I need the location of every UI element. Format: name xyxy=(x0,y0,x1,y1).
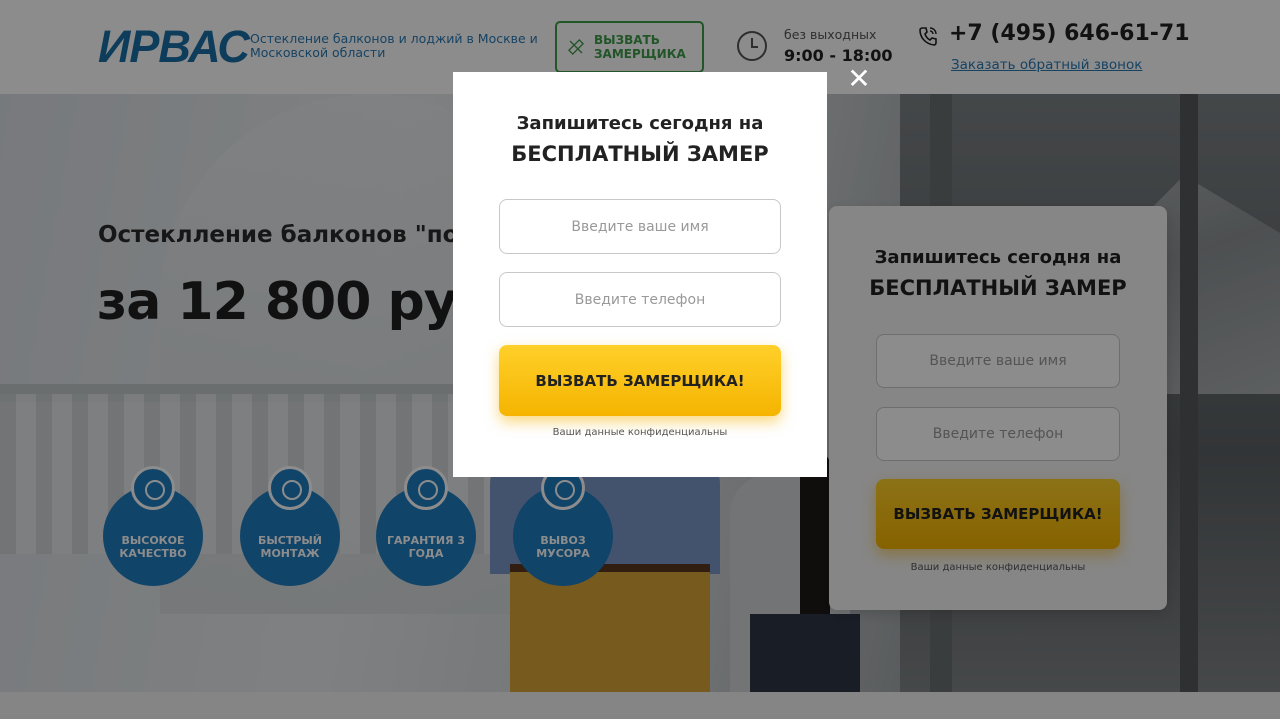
modal-name-input[interactable] xyxy=(499,199,781,254)
modal-title: Запишитесь сегодня на xyxy=(516,113,764,134)
modal-title-emphasis: БЕСПЛАТНЫЙ ЗАМЕР xyxy=(511,142,769,166)
modal-submit-button[interactable]: ВЫЗВАТЬ ЗАМЕРЩИКА! xyxy=(499,345,781,416)
modal-privacy-note: Ваши данные конфиденциальны xyxy=(552,427,728,438)
measure-modal: Запишитесь сегодня на БЕСПЛАТНЫЙ ЗАМЕР В… xyxy=(453,72,827,477)
close-icon[interactable]: ✕ xyxy=(846,65,872,93)
modal-phone-input[interactable] xyxy=(499,272,781,327)
